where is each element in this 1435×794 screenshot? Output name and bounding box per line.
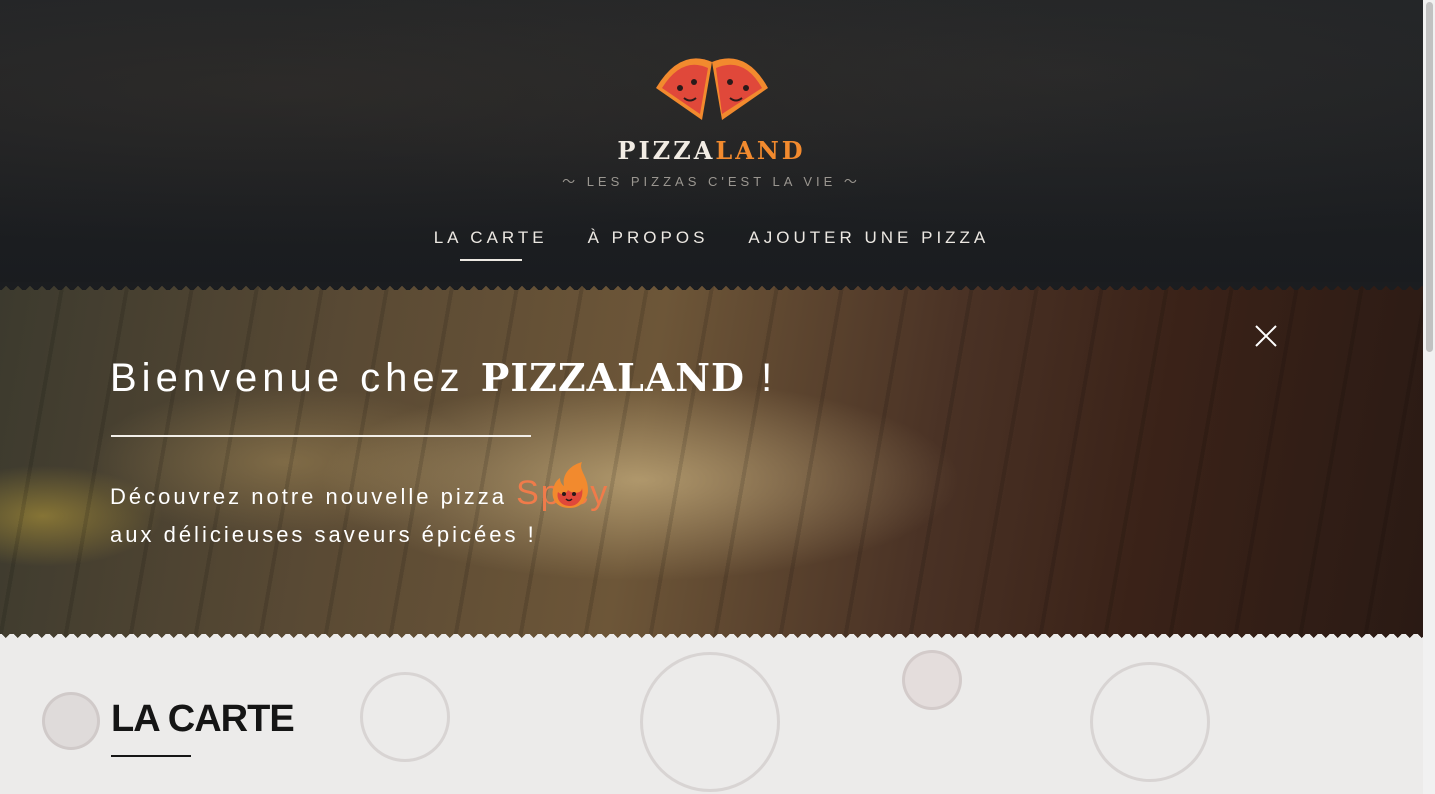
promo-line-1: Découvrez notre nouvelle pizza Spicy — [110, 474, 609, 513]
scrollbar-thumb[interactable] — [1426, 2, 1433, 352]
site-header: PIZZALAND 〜 LES PIZZAS C'EST LA VIE 〜 LA… — [0, 0, 1423, 290]
flame-emoji-icon — [552, 462, 588, 508]
nav-ajouter-pizza[interactable]: AJOUTER UNE PIZZA — [748, 228, 989, 258]
hero-top-edge — [0, 282, 1423, 290]
pizza-slices-icon — [655, 58, 768, 120]
decor-circle — [902, 650, 962, 710]
menu-title: LA CARTE — [111, 698, 295, 740]
decor-circle — [360, 672, 450, 762]
close-icon[interactable] — [1252, 322, 1280, 350]
decor-circle — [42, 692, 100, 750]
decor-circle — [1090, 662, 1210, 782]
hero-divider — [111, 435, 531, 437]
brand-name: PIZZALAND — [617, 136, 806, 165]
promo-line-2: aux délicieuses saveurs épicées ! — [110, 522, 537, 547]
tagline: 〜 LES PIZZAS C'EST LA VIE 〜 — [562, 174, 861, 189]
main-nav: LA CARTE À PROPOS AJOUTER UNE PIZZA — [0, 228, 1423, 258]
nav-la-carte[interactable]: LA CARTE — [434, 228, 548, 258]
welcome-heading: Bienvenue chez PIZZALAND ! — [110, 355, 778, 400]
hero-banner — [0, 282, 1423, 642]
menu-title-underline — [111, 755, 191, 757]
welcome-brand: PIZZALAND — [480, 355, 745, 400]
page-scrollbar[interactable] — [1423, 0, 1435, 794]
hero-bottom-edge — [0, 634, 1423, 642]
decor-circle — [640, 652, 780, 792]
nav-a-propos[interactable]: À PROPOS — [588, 228, 709, 258]
logo[interactable]: PIZZALAND 〜 LES PIZZAS C'EST LA VIE 〜 — [0, 48, 1423, 190]
